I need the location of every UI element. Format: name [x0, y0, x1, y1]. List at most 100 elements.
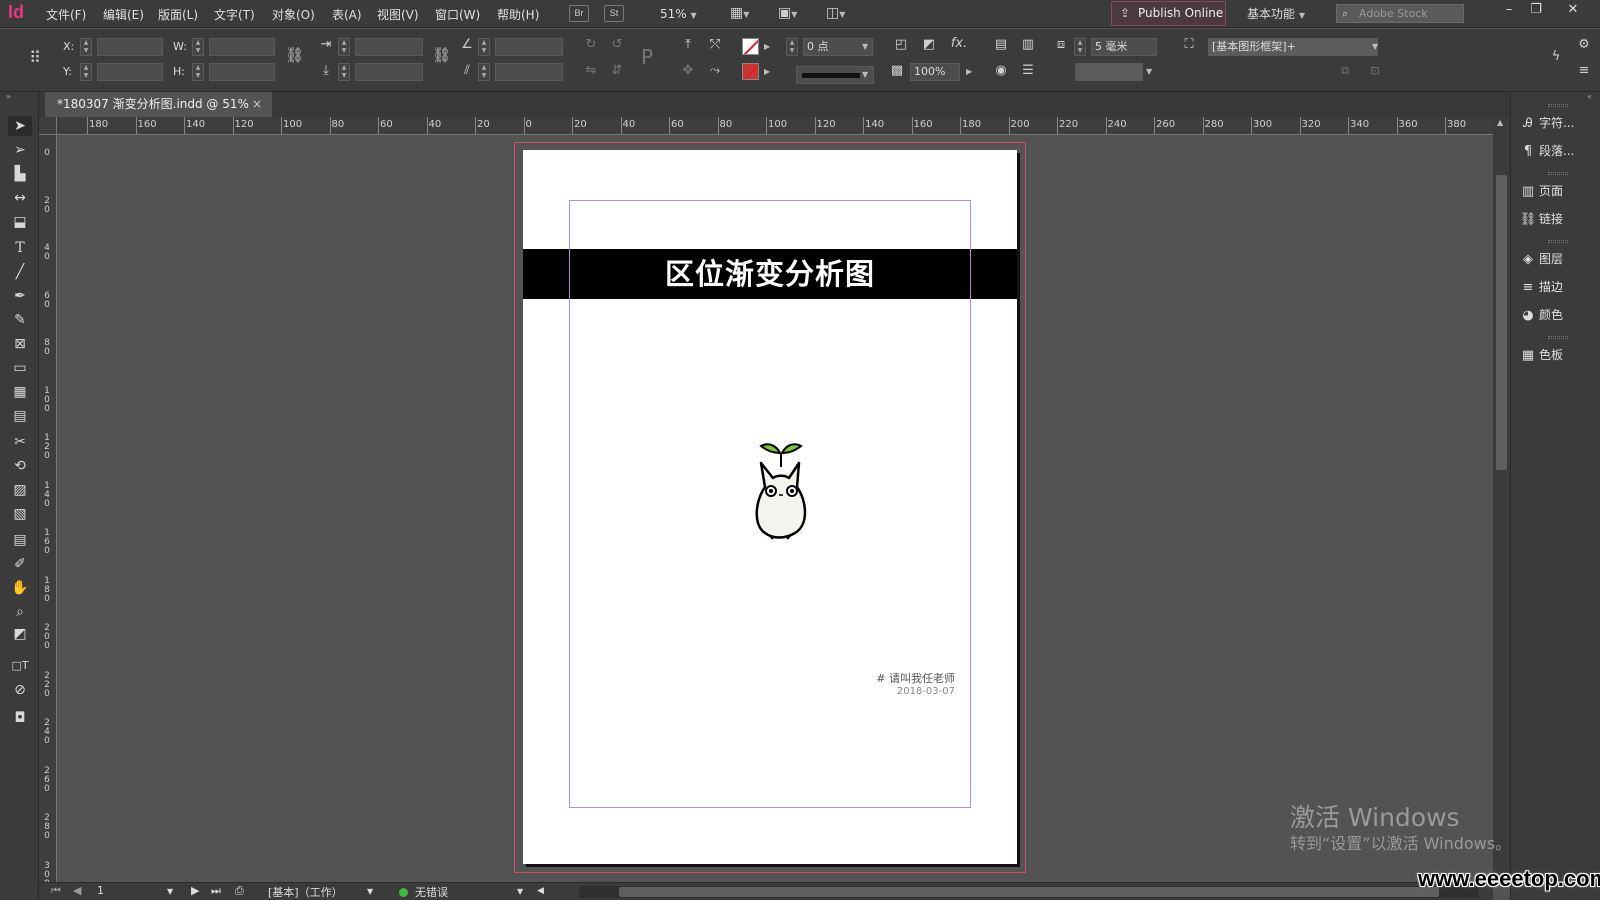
panel-paragraph[interactable]: ¶ 段落... — [1517, 139, 1597, 163]
collapse-panel-icon[interactable]: » — [6, 92, 11, 101]
zoom-level[interactable]: 51% ▼ — [660, 7, 697, 21]
select-content-icon[interactable]: ✥ — [679, 63, 697, 78]
scale-x-field[interactable] — [355, 38, 423, 56]
text-wrap-bbox-icon[interactable]: ▥ — [1019, 37, 1037, 52]
ruler-origin[interactable] — [39, 117, 57, 135]
formatting-affects-icon[interactable]: □T — [8, 656, 32, 676]
stroke-swatch-none[interactable] — [742, 63, 759, 80]
direct-selection-tool-icon[interactable]: ➢ — [8, 140, 32, 160]
rotate-cw-icon[interactable]: ↻ — [582, 37, 600, 52]
x-stepper[interactable]: ▲ ▼ — [80, 38, 92, 56]
scissors-tool-icon[interactable]: ✂ — [8, 432, 32, 452]
stroke-color-dropdown-icon[interactable]: ▼ — [1146, 67, 1152, 76]
fill-dropdown-icon[interactable]: ▶ — [764, 42, 770, 51]
close-tab-icon[interactable]: × — [252, 92, 262, 117]
menu-file[interactable]: 文件(F) — [46, 6, 86, 23]
y-field[interactable] — [97, 63, 163, 81]
constrain-proportions-icon[interactable]: ⛓ — [285, 46, 304, 64]
corner-options-icon[interactable]: ◰ — [892, 37, 910, 52]
gap-tool-icon[interactable]: ↔ — [8, 188, 32, 208]
document-canvas[interactable]: 区位渐变分析图 # 请叫我任老师 2018-03-07 — [57, 136, 1493, 882]
w-stepper[interactable]: ▲ ▼ — [192, 38, 204, 56]
h-field[interactable] — [209, 63, 275, 81]
view-options-icon[interactable]: ▦▼ — [730, 5, 749, 21]
rectangle-frame-tool-icon[interactable]: ⊠ — [8, 334, 32, 354]
gap-field[interactable]: 5 毫米 — [1091, 38, 1157, 56]
panel-swatches[interactable]: ▦ 色板 — [1517, 343, 1597, 367]
master-page-label[interactable]: [基本]（工作） — [268, 884, 343, 900]
text-wrap-shape-icon[interactable]: ◉ — [992, 63, 1010, 78]
panel-grip[interactable] — [1548, 104, 1568, 107]
stroke-weight-dropdown-icon[interactable]: ▼ — [862, 42, 868, 51]
stroke-color-field[interactable] — [1075, 63, 1143, 81]
note-tool-icon[interactable]: ▤ — [8, 530, 32, 550]
eyedropper-tool-icon[interactable]: ✐ — [8, 554, 32, 574]
gap-stepper[interactable]: ▲ ▼ — [1074, 38, 1086, 56]
arrange-documents-icon[interactable]: ◫▼ — [826, 5, 845, 21]
menu-edit[interactable]: 编辑(E) — [103, 6, 144, 23]
hand-tool-icon[interactable]: ✋ — [8, 578, 32, 598]
panel-grip[interactable] — [1548, 240, 1568, 243]
settings-gear-icon[interactable]: ⚙ — [1575, 37, 1593, 52]
pencil-tool-icon[interactable]: ✎ — [8, 310, 32, 330]
last-page-icon[interactable]: ⏭ — [211, 884, 221, 898]
panel-character[interactable]: Ꭿ 字符... — [1517, 111, 1597, 135]
menu-layout[interactable]: 版面(L) — [158, 6, 198, 23]
apply-none-icon[interactable]: ⊘ — [8, 680, 32, 700]
publish-online-button[interactable]: ⇪ Publish Online — [1111, 1, 1226, 26]
select-previous-icon[interactable]: ⤲ — [706, 37, 724, 52]
stroke-type-dropdown-icon[interactable]: ▼ — [862, 70, 868, 79]
text-wrap-jump-icon[interactable]: ☰ — [1019, 63, 1037, 78]
panel-layers[interactable]: ◈ 图层 — [1517, 247, 1597, 271]
table-tool-icon[interactable]: ▦ — [8, 382, 32, 402]
scale-y-stepper[interactable]: ▲ ▼ — [338, 63, 350, 81]
page-number-dropdown-icon[interactable]: ▼ — [167, 887, 173, 896]
select-container-icon[interactable]: ⤒ — [679, 37, 697, 52]
expand-panels-icon[interactable]: « — [1587, 92, 1592, 101]
selection-tool-icon[interactable]: ➤ — [8, 116, 32, 136]
clear-overrides-icon[interactable]: ⧉ — [1336, 64, 1354, 78]
rectangle-tool-icon[interactable]: ▭ — [8, 358, 32, 378]
previous-page-icon[interactable]: ◀ — [73, 884, 81, 897]
x-field[interactable] — [97, 38, 163, 56]
totoro-mascot-image[interactable] — [749, 433, 815, 543]
constrain-scale-icon[interactable]: ⛓ — [432, 46, 451, 64]
opacity-field[interactable]: 100% — [910, 63, 960, 81]
vertical-ruler[interactable]: 0 20 40 60 80 100 120 140 160 180 200 220 240 260 280 3… — [39, 135, 57, 882]
content-collector-icon[interactable]: ⬓ — [8, 212, 32, 232]
vertical-scroll-thumb[interactable] — [1496, 175, 1507, 470]
preflight-dropdown-icon[interactable]: ▼ — [517, 887, 523, 896]
fill-stroke-swatch-icon[interactable]: ◩ — [8, 624, 32, 644]
drop-shadow-icon[interactable]: ◩ — [920, 37, 938, 52]
master-dropdown-icon[interactable]: ▼ — [367, 887, 373, 896]
workspace-switcher[interactable]: 基本功能 ▼ — [1247, 5, 1305, 22]
panel-color[interactable]: ◕ 颜色 — [1517, 303, 1597, 327]
author-text[interactable]: # 请叫我任老师 — [876, 670, 955, 686]
menu-view[interactable]: 视图(V) — [377, 6, 419, 23]
scale-x-stepper[interactable]: ▲ ▼ — [338, 38, 350, 56]
scroll-up-icon[interactable]: ▲ — [1497, 118, 1503, 127]
menu-table[interactable]: 表(A) — [332, 6, 362, 23]
menu-window[interactable]: 窗口(W) — [435, 6, 480, 23]
panel-menu-icon[interactable]: ≡ — [1575, 63, 1593, 78]
object-style-dropdown-icon[interactable]: ▼ — [1372, 42, 1378, 51]
scroll-left-icon[interactable]: ◀ — [537, 886, 544, 896]
panel-pages[interactable]: ▥ 页面 — [1517, 179, 1597, 203]
w-field[interactable] — [209, 38, 275, 56]
document-page[interactable]: 区位渐变分析图 # 请叫我任老师 2018-03-07 — [523, 150, 1017, 864]
menu-help[interactable]: 帮助(H) — [497, 6, 539, 23]
menu-object[interactable]: 对象(O) — [272, 6, 315, 23]
rotation-field[interactable] — [495, 38, 563, 56]
open-page-icon[interactable]: ⎙ — [235, 884, 244, 898]
stroke-weight-stepper[interactable]: ▲ ▼ — [786, 38, 798, 56]
restore-icon[interactable]: ❐ — [1526, 2, 1546, 17]
gradient-feather-tool-icon[interactable]: ▧ — [8, 504, 32, 524]
reference-point-icon[interactable]: ⠿ — [26, 48, 44, 67]
free-transform-tool-icon[interactable]: ⟲ — [8, 456, 32, 476]
panel-links[interactable]: ⛓ 链接 — [1517, 207, 1597, 231]
panel-grip[interactable] — [1548, 336, 1568, 339]
vertical-scrollbar[interactable]: ▲ — [1493, 117, 1510, 882]
stroke-swatch-dropdown-icon[interactable]: ▶ — [764, 67, 770, 76]
page-tool-icon[interactable]: ▙ — [8, 164, 32, 184]
grid-tool-icon[interactable]: ▤ — [8, 406, 32, 426]
